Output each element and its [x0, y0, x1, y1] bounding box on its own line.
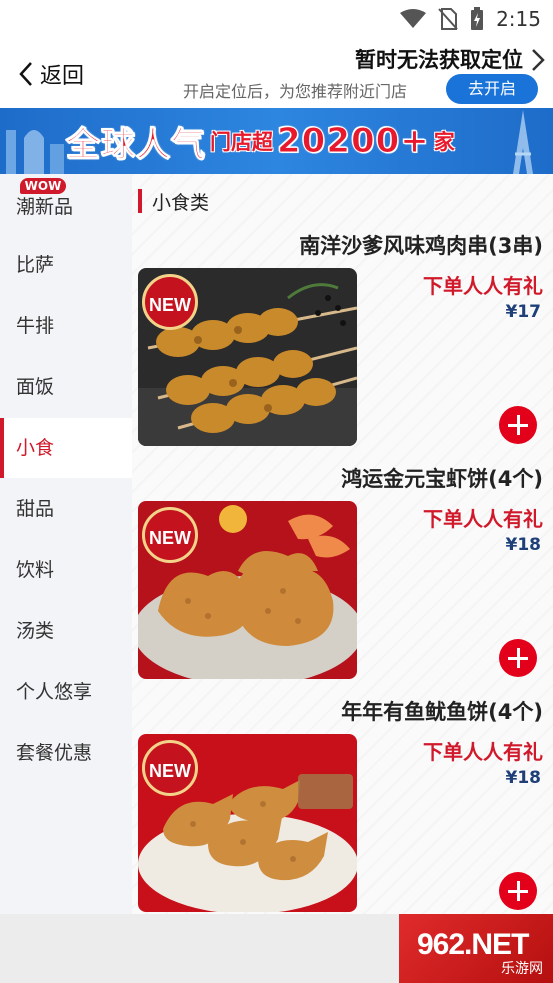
banner-store-count: 20200+ [277, 121, 430, 162]
new-badge: NEW [142, 507, 198, 563]
product-image[interactable]: NEW [138, 734, 357, 912]
promo-banner[interactable]: 全球人气 门店超 20200+ 家 [0, 108, 553, 174]
sidebar-item-new[interactable]: WOW 潮新品 [0, 174, 132, 234]
product-price: ¥18 [505, 535, 542, 555]
banner-text: 全球人气 门店超 20200+ 家 [66, 118, 455, 166]
product-image[interactable]: NEW [138, 268, 357, 446]
category-sidebar: WOW 潮新品 比萨 牛排 面饭 小食 甜品 饮料 汤类 个人悠享 套餐优惠 [0, 174, 132, 914]
landmark-decoration-left [6, 130, 64, 174]
product-name: 年年有鱼鱿鱼饼(4个) [341, 700, 543, 724]
product-card[interactable]: 年年有鱼鱿鱼饼(4个) NEW 下单人人有礼 ¥18 [138, 696, 553, 914]
chevron-right-icon[interactable] [531, 48, 545, 72]
sidebar-item-label: 个人悠享 [16, 681, 93, 703]
product-card[interactable]: 鸿运金元宝虾饼(4个) NEW 下单人人有礼 ¥18 [138, 463, 553, 695]
eiffel-tower-decoration [513, 110, 533, 174]
banner-store-unit: 家 [433, 130, 455, 154]
product-image[interactable]: NEW [138, 501, 357, 679]
sidebar-item-label: 牛排 [16, 315, 55, 337]
product-promo: 下单人人有礼 [423, 740, 543, 764]
section-accent-bar [138, 189, 142, 213]
watermark-text: 962.NET [417, 928, 529, 961]
sidebar-item-label: 小食 [16, 437, 55, 459]
add-to-cart-button[interactable] [499, 639, 537, 677]
sidebar-item-drinks[interactable]: 饮料 [0, 540, 132, 600]
status-icons: 2:15 [400, 6, 541, 32]
section-header: 小食类 [138, 188, 209, 214]
back-button[interactable]: 返回 [18, 58, 84, 90]
watermark-subtext: 乐游网 [501, 961, 543, 977]
back-label: 返回 [40, 64, 85, 89]
chevron-left-icon [19, 62, 32, 86]
sidebar-item-label: 比萨 [16, 254, 55, 276]
no-sim-icon [438, 8, 458, 30]
wow-badge: WOW [20, 178, 66, 194]
sidebar-item-label: 潮新品 [16, 196, 74, 218]
sidebar-item-label: 套餐优惠 [16, 742, 93, 764]
product-promo: 下单人人有礼 [423, 274, 543, 298]
product-name: 南洋沙爹风味鸡肉串(3串) [299, 234, 543, 258]
product-name: 鸿运金元宝虾饼(4个) [341, 467, 543, 491]
sidebar-item-soups[interactable]: 汤类 [0, 601, 132, 661]
add-to-cart-button[interactable] [499, 872, 537, 910]
sidebar-item-steak[interactable]: 牛排 [0, 296, 132, 356]
sidebar-item-snacks[interactable]: 小食 [0, 418, 132, 478]
sidebar-item-label: 面饭 [16, 376, 55, 398]
product-list[interactable]: 小食类 南洋沙爹风味鸡肉串(3串) NEW 下单人人有礼 ¥17 鸿运金元宝虾饼… [132, 174, 553, 914]
sidebar-item-desserts[interactable]: 甜品 [0, 479, 132, 539]
sidebar-item-pizza[interactable]: 比萨 [0, 235, 132, 295]
section-title: 小食类 [152, 191, 210, 214]
location-title[interactable]: 暂时无法获取定位 [355, 44, 523, 74]
status-time: 2:15 [496, 7, 541, 31]
sidebar-item-noodles-rice[interactable]: 面饭 [0, 357, 132, 417]
product-price: ¥17 [505, 302, 542, 322]
product-price: ¥18 [505, 768, 542, 788]
header: 返回 暂时无法获取定位 开启定位后，为您推荐附近门店 去开启 [0, 38, 553, 108]
banner-store-label: 门店超 [210, 130, 273, 154]
new-badge: NEW [142, 740, 198, 796]
sidebar-item-combo-deals[interactable]: 套餐优惠 [0, 723, 132, 783]
sidebar-item-label: 饮料 [16, 559, 55, 581]
banner-headline: 全球人气 [66, 124, 206, 165]
new-badge: NEW [142, 274, 198, 330]
sidebar-item-label: 甜品 [16, 498, 55, 520]
sidebar-item-label: 汤类 [16, 620, 55, 642]
add-to-cart-button[interactable] [499, 406, 537, 444]
watermark-logo: 962.NET 乐游网 [399, 914, 553, 983]
wifi-icon [400, 9, 427, 28]
sidebar-item-personal[interactable]: 个人悠享 [0, 662, 132, 722]
product-promo: 下单人人有礼 [423, 507, 543, 531]
product-card[interactable]: 南洋沙爹风味鸡肉串(3串) NEW 下单人人有礼 ¥17 [138, 230, 553, 462]
status-bar: 2:15 [0, 0, 553, 38]
enable-location-button[interactable]: 去开启 [446, 74, 538, 104]
location-subtitle: 开启定位后，为您推荐附近门店 [183, 82, 408, 101]
battery-charging-icon [471, 7, 484, 30]
